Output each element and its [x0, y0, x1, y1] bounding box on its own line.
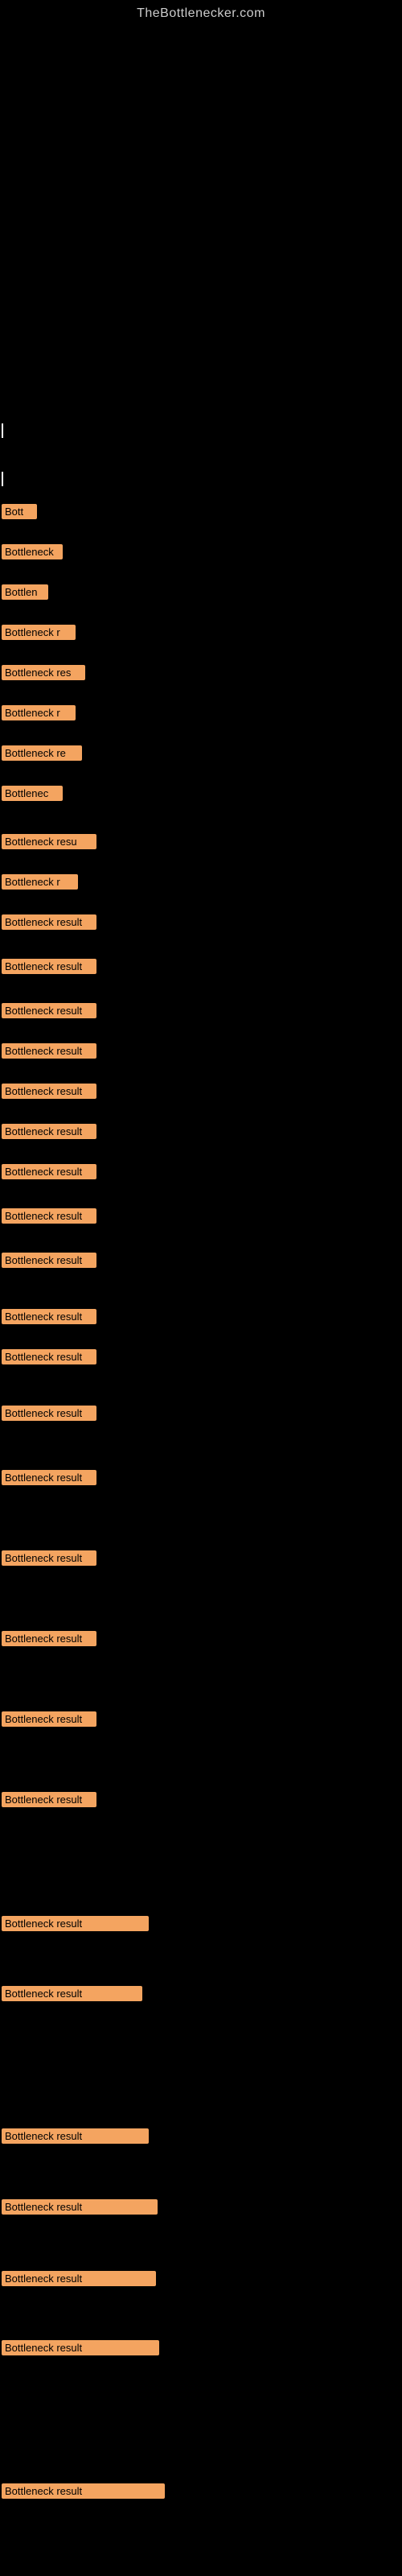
bottleneck-result-20: Bottleneck result [2, 1309, 96, 1324]
bottleneck-result-10: Bottleneck r [2, 874, 78, 890]
cursor-1 [2, 423, 3, 438]
bottleneck-result-16: Bottleneck result [2, 1124, 96, 1139]
bottleneck-result-34: Bottleneck result [2, 2483, 165, 2499]
bottleneck-result-5: Bottleneck res [2, 665, 85, 680]
bottleneck-result-3: Bottlen [2, 584, 48, 600]
bottleneck-result-13: Bottleneck result [2, 1003, 96, 1018]
bottleneck-result-31: Bottleneck result [2, 2199, 158, 2215]
bottleneck-result-27: Bottleneck result [2, 1792, 96, 1807]
bottleneck-result-18: Bottleneck result [2, 1208, 96, 1224]
bottleneck-result-11: Bottleneck result [2, 914, 96, 930]
cursor-2 [2, 472, 3, 486]
bottleneck-result-21: Bottleneck result [2, 1349, 96, 1364]
bottleneck-result-12: Bottleneck result [2, 959, 96, 974]
bottleneck-result-9: Bottleneck resu [2, 834, 96, 849]
bottleneck-result-25: Bottleneck result [2, 1631, 96, 1646]
bottleneck-result-15: Bottleneck result [2, 1084, 96, 1099]
bottleneck-result-6: Bottleneck r [2, 705, 76, 720]
bottleneck-result-14: Bottleneck result [2, 1043, 96, 1059]
bottleneck-result-30: Bottleneck result [2, 2128, 149, 2144]
bottleneck-result-1: Bott [2, 504, 37, 519]
bottleneck-result-8: Bottlenec [2, 786, 63, 801]
bottleneck-result-32: Bottleneck result [2, 2271, 156, 2286]
bottleneck-result-4: Bottleneck r [2, 625, 76, 640]
bottleneck-result-28: Bottleneck result [2, 1916, 149, 1931]
site-title: TheBottlenecker.com [0, 0, 402, 21]
bottleneck-result-17: Bottleneck result [2, 1164, 96, 1179]
bottleneck-result-26: Bottleneck result [2, 1711, 96, 1727]
bottleneck-result-29: Bottleneck result [2, 1986, 142, 2001]
bottleneck-result-2: Bottleneck [2, 544, 63, 559]
bottleneck-result-22: Bottleneck result [2, 1406, 96, 1421]
bottleneck-result-23: Bottleneck result [2, 1470, 96, 1485]
bottleneck-result-24: Bottleneck result [2, 1550, 96, 1566]
bottleneck-result-33: Bottleneck result [2, 2340, 159, 2355]
bottleneck-result-7: Bottleneck re [2, 745, 82, 761]
bottleneck-result-19: Bottleneck result [2, 1253, 96, 1268]
